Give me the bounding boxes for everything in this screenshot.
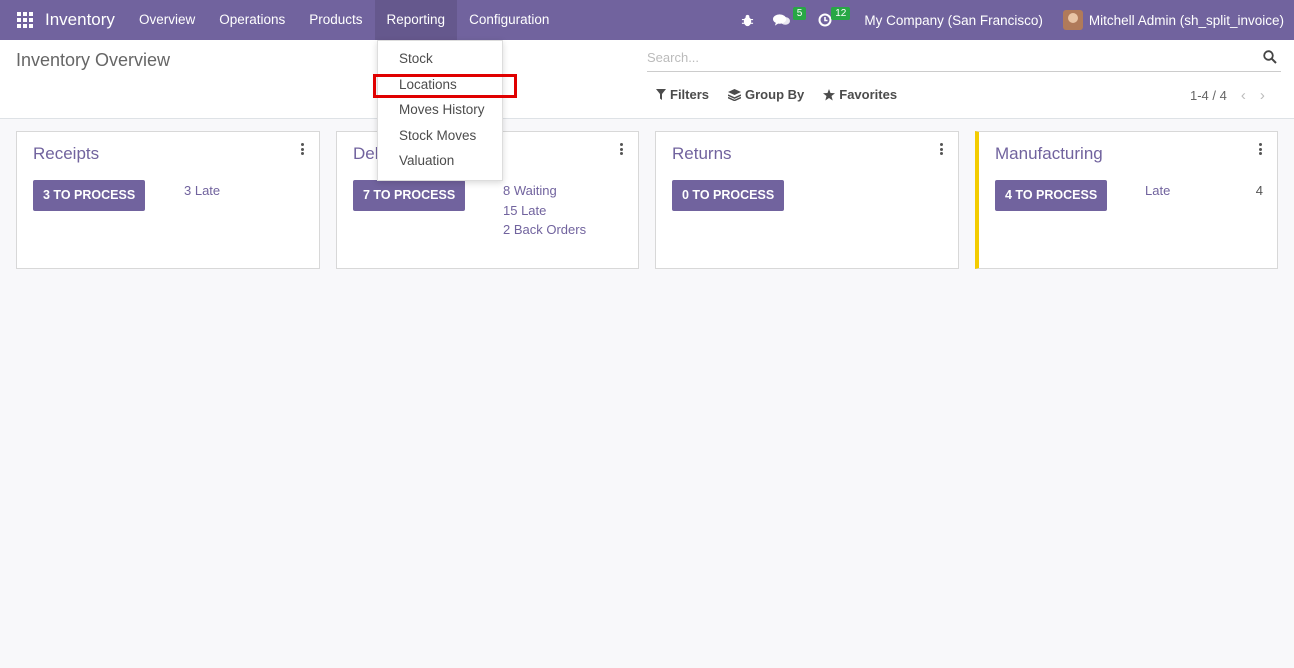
returns-card: Returns 0 TO PROCESS (655, 131, 959, 269)
kebab-menu-icon[interactable] (940, 143, 944, 155)
menu-operations[interactable]: Operations (207, 0, 297, 40)
menu-overview[interactable]: Overview (127, 0, 207, 40)
control-panel: Inventory Overview Filters Group By Favo… (0, 40, 1294, 119)
receipts-card: Receipts 3 TO PROCESS 3 Late (16, 131, 320, 269)
pager-value[interactable]: 1-4 / 4 (1190, 88, 1227, 103)
card-title[interactable]: Del (353, 144, 379, 164)
to-process-button[interactable]: 4 TO PROCESS (995, 180, 1108, 211)
late-link[interactable]: Late (1145, 183, 1170, 198)
to-process-button[interactable]: 7 TO PROCESS (353, 180, 466, 211)
late-count: 4 (1255, 183, 1263, 198)
reporting-dropdown: Stock Locations Moves History Stock Move… (377, 40, 503, 181)
pager: 1-4 / 4 ‹ › (1190, 87, 1265, 104)
to-process-button[interactable]: 0 TO PROCESS (672, 180, 785, 211)
late-link[interactable]: 15 Late (503, 203, 546, 218)
dropdown-item-stock-moves[interactable]: Stock Moves (399, 128, 476, 143)
group-by-label: Group By (745, 87, 805, 102)
top-navbar: Inventory Overview Operations Products R… (0, 0, 1294, 40)
kebab-menu-icon[interactable] (620, 143, 624, 155)
dropdown-item-locations[interactable]: Locations (399, 77, 457, 92)
dropdown-item-valuation[interactable]: Valuation (399, 153, 454, 168)
kebab-menu-icon[interactable] (301, 143, 305, 155)
apps-grid-icon[interactable] (17, 12, 33, 28)
back-orders-link[interactable]: 2 Back Orders (503, 222, 586, 237)
company-switcher[interactable]: My Company (San Francisco) (864, 13, 1043, 28)
user-avatar[interactable] (1062, 10, 1083, 30)
pager-next-icon[interactable]: › (1260, 87, 1265, 104)
user-menu[interactable]: Mitchell Admin (sh_split_invoice) (1089, 13, 1284, 28)
search-bar (647, 44, 1281, 72)
search-icon[interactable] (1263, 50, 1277, 64)
waiting-link[interactable]: 8 Waiting (503, 183, 557, 198)
card-title[interactable]: Receipts (33, 144, 99, 164)
page-title: Inventory Overview (16, 50, 171, 70)
dropdown-item-moves-history[interactable]: Moves History (399, 102, 485, 117)
favorites-button[interactable]: Favorites (823, 87, 897, 102)
manufacturing-card: Manufacturing 4 TO PROCESS Late 4 (975, 131, 1278, 269)
activity-clock-icon[interactable]: 12 (814, 0, 851, 40)
kebab-menu-icon[interactable] (1259, 143, 1263, 155)
bug-icon[interactable] (736, 0, 758, 40)
card-title[interactable]: Returns (672, 144, 732, 164)
filter-icon (656, 89, 666, 100)
menu-products[interactable]: Products (297, 0, 374, 40)
pager-previous-icon[interactable]: ‹ (1241, 87, 1246, 104)
messages-icon[interactable]: 5 (770, 0, 807, 40)
filters-button[interactable]: Filters (656, 87, 709, 102)
menu-configuration[interactable]: Configuration (457, 0, 561, 40)
favorites-label: Favorites (839, 87, 898, 102)
layers-icon (728, 88, 742, 101)
search-input[interactable] (647, 44, 1247, 70)
filters-label: Filters (670, 87, 710, 102)
card-title[interactable]: Manufacturing (995, 144, 1103, 164)
messages-badge: 5 (792, 7, 807, 20)
late-link[interactable]: 3 Late (184, 183, 220, 198)
to-process-button[interactable]: 3 TO PROCESS (33, 180, 146, 211)
search-options: Filters Group By Favorites (656, 87, 916, 102)
navbar-systray: 5 12 My Company (San Francisco) Mitchell… (730, 0, 1294, 40)
activities-badge: 12 (831, 7, 851, 20)
app-title[interactable]: Inventory (45, 10, 115, 30)
menu-reporting[interactable]: Reporting (374, 0, 458, 40)
star-icon (823, 88, 836, 100)
dropdown-item-stock[interactable]: Stock (399, 51, 433, 66)
group-by-button[interactable]: Group By (728, 87, 804, 102)
